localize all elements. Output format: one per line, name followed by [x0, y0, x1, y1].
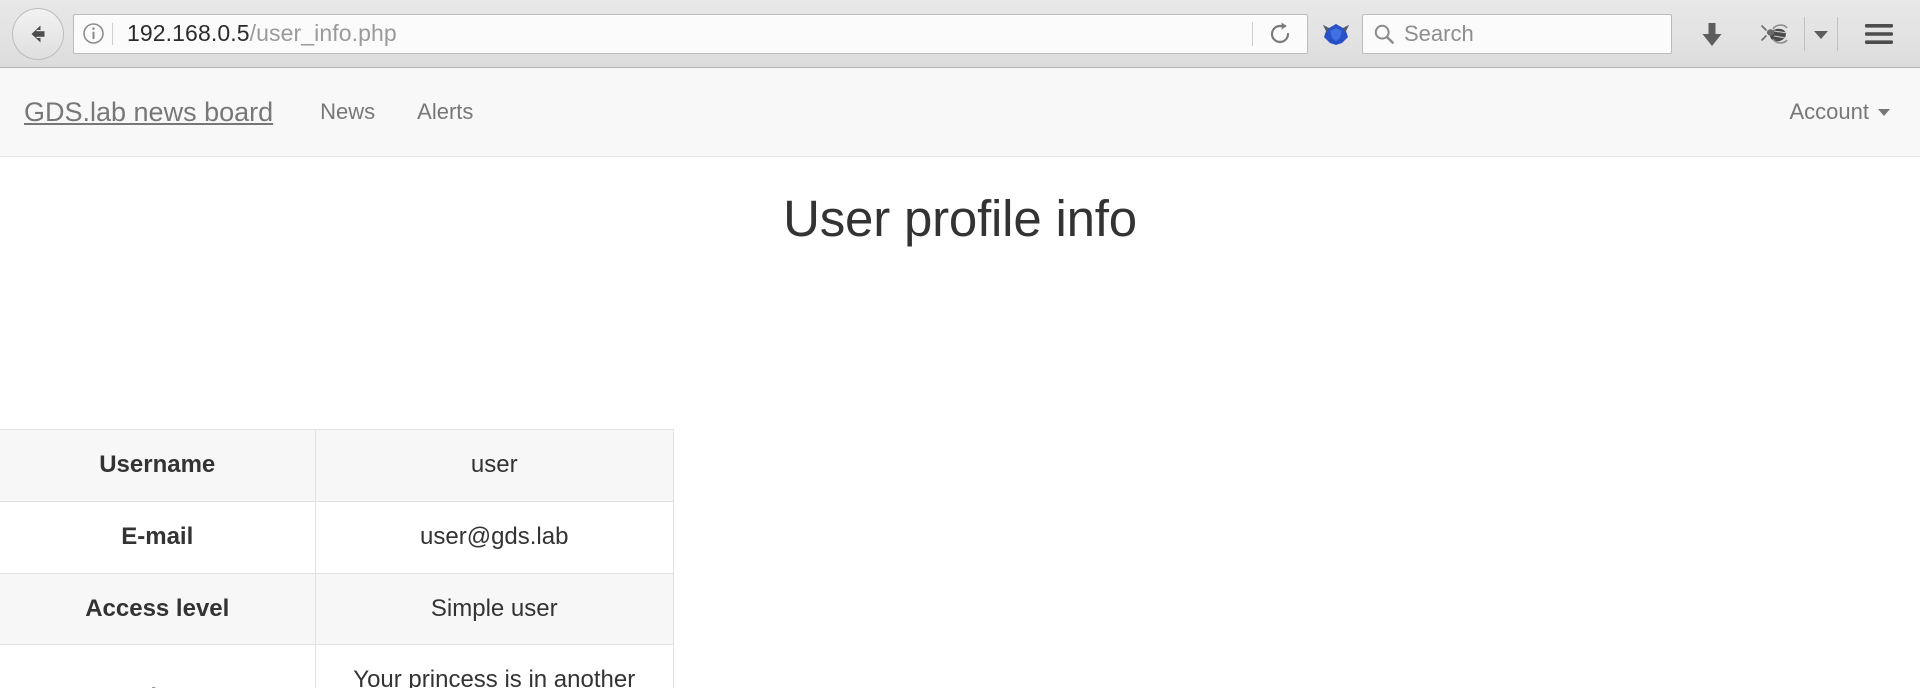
table-row: Access level Simple user — [0, 573, 674, 645]
account-dropdown[interactable]: Account — [1790, 99, 1891, 125]
row-key: Username — [0, 430, 315, 502]
address-bar[interactable]: 192.168.0.5/user_info.php — [73, 14, 1308, 54]
bug-button[interactable] — [1750, 10, 1802, 58]
search-icon — [1373, 23, 1395, 45]
downloads-button[interactable] — [1684, 10, 1740, 58]
back-arrow-icon — [23, 19, 53, 49]
address-bar-url: 192.168.0.5/user_info.php — [113, 20, 1252, 47]
address-bar-path: /user_info.php — [250, 20, 397, 46]
chevron-down-icon — [1878, 109, 1890, 116]
bug-dropdown-button[interactable] — [1807, 10, 1835, 58]
navbar-brand[interactable]: GDS.lab news board — [24, 97, 273, 128]
nav-link-alerts[interactable]: Alerts — [417, 99, 473, 125]
browser-toolbar: 192.168.0.5/user_info.php Search — [0, 0, 1920, 68]
download-arrow-icon — [1699, 19, 1725, 49]
address-bar-host: 192.168.0.5 — [127, 20, 250, 46]
info-circle-icon — [82, 22, 105, 45]
page-content: User profile info Username user E-mail u… — [0, 157, 1920, 687]
browser-extension-icon[interactable] — [1312, 19, 1360, 49]
hamburger-icon — [1862, 21, 1896, 47]
hamburger-menu-button[interactable] — [1850, 10, 1908, 58]
row-value: user@gds.lab — [315, 501, 674, 573]
reload-icon — [1266, 20, 1294, 48]
row-value: user — [315, 430, 674, 502]
table-row: E-mail user@gds.lab — [0, 501, 674, 573]
blue-fox-icon — [1320, 19, 1352, 49]
table-row: Username user — [0, 430, 674, 502]
search-box[interactable]: Search — [1362, 14, 1672, 54]
bug-icon — [1760, 21, 1792, 47]
page-title: User profile info — [0, 157, 1920, 248]
search-input-placeholder[interactable]: Search — [1404, 21, 1474, 47]
magnifier-icon — [1373, 23, 1395, 45]
row-value: Your princess is in another castle! — [315, 645, 674, 688]
user-profile-table: Username user E-mail user@gds.lab Access… — [0, 429, 674, 688]
row-key: E-mail — [0, 501, 315, 573]
navbar-links: News Alerts — [320, 99, 473, 125]
account-dropdown-label: Account — [1790, 99, 1870, 125]
toolbar-divider — [1804, 17, 1805, 51]
reload-button[interactable] — [1253, 20, 1307, 48]
table-row: Token Your princess is in another castle… — [0, 645, 674, 688]
site-info-icon[interactable] — [74, 22, 112, 45]
row-key: Access level — [0, 573, 315, 645]
nav-link-news[interactable]: News — [320, 99, 375, 125]
back-button[interactable] — [12, 8, 64, 60]
site-navbar: GDS.lab news board News Alerts Account — [0, 68, 1920, 157]
toolbar-divider-2 — [1837, 17, 1838, 51]
user-profile-table-body: Username user E-mail user@gds.lab Access… — [0, 430, 674, 688]
row-key: Token — [0, 645, 315, 688]
chevron-down-icon — [1812, 27, 1830, 41]
row-value: Simple user — [315, 573, 674, 645]
